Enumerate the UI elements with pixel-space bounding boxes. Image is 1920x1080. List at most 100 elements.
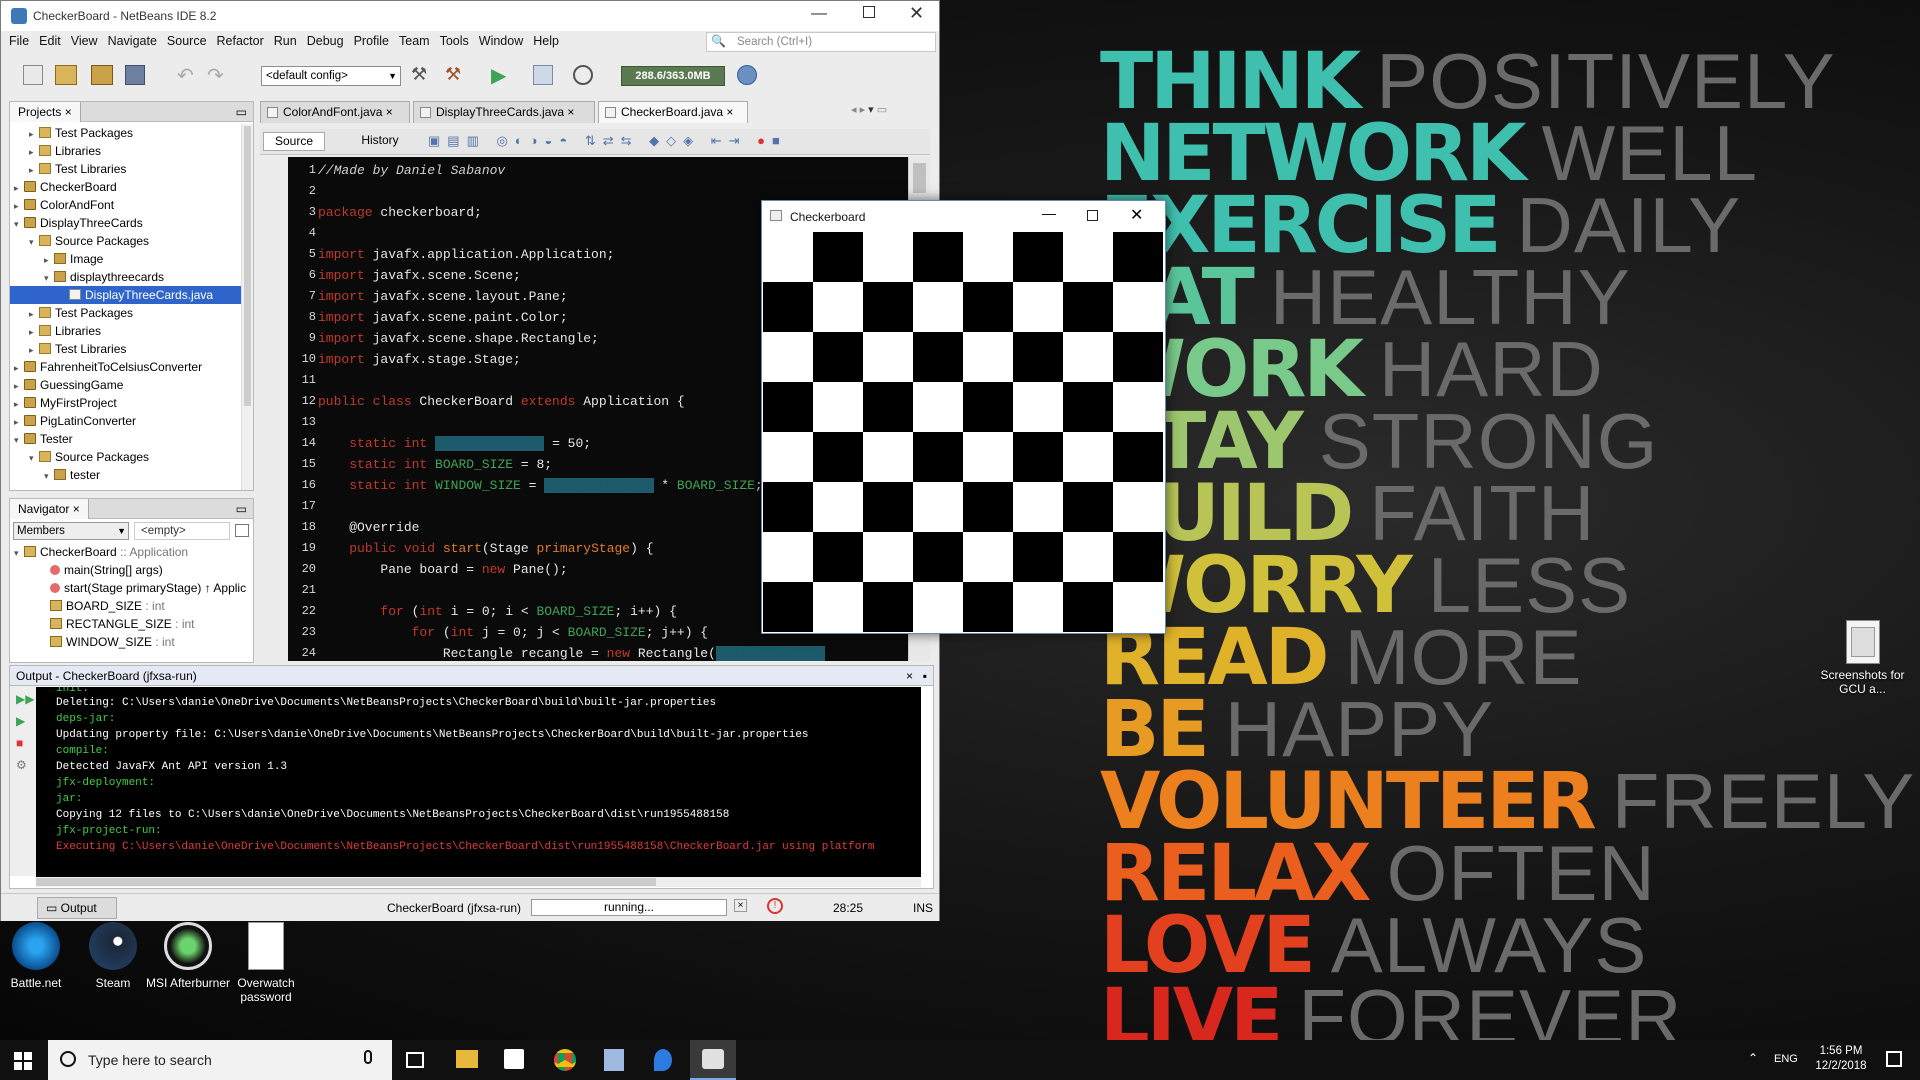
chrome-icon[interactable] bbox=[554, 1049, 576, 1071]
notification-icon[interactable]: ! bbox=[767, 898, 783, 914]
netbeans-taskbar-icon[interactable] bbox=[690, 1040, 736, 1080]
desktop-icon-screenshots[interactable]: Screenshots for GCU a... bbox=[1815, 620, 1910, 696]
expand-toggle-icon[interactable]: ▾ bbox=[44, 467, 54, 482]
tree-node[interactable]: ▸ Test Libraries bbox=[10, 340, 253, 358]
editor-tab[interactable]: DisplayThreeCards.java × bbox=[413, 101, 595, 123]
close-icon[interactable]: × bbox=[564, 105, 574, 119]
editor-tab[interactable]: ColorAndFont.java × bbox=[260, 101, 410, 123]
code-line[interactable]: Rectangle recangle = new Rectangle(RECTA… bbox=[318, 643, 826, 661]
stop-icon[interactable]: ■ bbox=[16, 736, 30, 750]
debug-icon[interactable] bbox=[533, 65, 553, 85]
code-line[interactable]: import javafx.scene.Scene; bbox=[318, 265, 521, 286]
rerun-different-icon[interactable]: ▶ bbox=[16, 714, 30, 728]
expand-toggle-icon[interactable]: ▸ bbox=[14, 395, 24, 413]
tree-node[interactable]: ▸ CheckerBoard bbox=[10, 178, 253, 196]
code-line[interactable]: for (int i = 0; i < BOARD_SIZE; i++) { bbox=[318, 601, 676, 622]
expand-toggle-icon[interactable]: ▾ bbox=[14, 215, 24, 233]
minimize-panel-icon[interactable]: ▭ bbox=[236, 102, 247, 122]
menu-source[interactable]: Source bbox=[167, 34, 207, 48]
scrollbar[interactable] bbox=[241, 124, 253, 490]
tree-node[interactable]: ▸ MyFirstProject bbox=[10, 394, 253, 412]
tree-node[interactable]: ▾ Tester bbox=[10, 430, 253, 448]
filter-options-icon[interactable] bbox=[235, 524, 249, 537]
clock[interactable]: 1:56 PM 12/2/2018 bbox=[1806, 1044, 1876, 1074]
cb-title-bar[interactable]: Checkerboard — ✕ bbox=[762, 201, 1165, 231]
notifications-icon[interactable] bbox=[1886, 1051, 1902, 1067]
desktop-icon-msi-afterburner[interactable]: MSI Afterburner bbox=[143, 922, 233, 990]
expand-toggle-icon[interactable]: ▸ bbox=[29, 341, 39, 359]
code-line[interactable]: Pane board = new Pane(); bbox=[318, 559, 567, 580]
menu-run[interactable]: Run bbox=[274, 34, 297, 48]
task-view-icon[interactable] bbox=[406, 1052, 424, 1068]
expand-toggle-icon[interactable]: ▸ bbox=[14, 179, 24, 197]
app-cube-icon[interactable] bbox=[604, 1049, 624, 1071]
title-bar[interactable]: CheckerBoard - NetBeans IDE 8.2 — ✕ bbox=[1, 1, 939, 31]
clean-build-icon[interactable]: ⚒ bbox=[445, 64, 461, 85]
cancel-task-icon[interactable]: × bbox=[734, 899, 747, 912]
tree-node[interactable]: ▸ Test Packages bbox=[10, 124, 253, 142]
code-line[interactable] bbox=[318, 580, 326, 601]
tree-node[interactable]: ▸ Libraries bbox=[10, 322, 253, 340]
save-all-icon[interactable] bbox=[125, 65, 145, 85]
maximize-icon[interactable] bbox=[863, 6, 875, 18]
tree-node[interactable]: ▾ Source Packages bbox=[10, 232, 253, 250]
close-icon[interactable]: × bbox=[723, 105, 733, 119]
code-line[interactable]: package checkerboard; bbox=[318, 202, 482, 223]
menu-tools[interactable]: Tools bbox=[440, 34, 469, 48]
maps-icon[interactable] bbox=[654, 1049, 672, 1071]
navigator-item[interactable]: start(Stage primaryStage) ↑ Applic bbox=[10, 579, 253, 597]
minimize-icon[interactable]: — bbox=[1042, 205, 1056, 221]
menu-profile[interactable]: Profile bbox=[354, 34, 389, 48]
minimize-icon[interactable]: — bbox=[811, 5, 827, 23]
menu-debug[interactable]: Debug bbox=[307, 34, 344, 48]
code-line[interactable]: public void start(Stage primaryStage) { bbox=[318, 538, 653, 559]
redo-icon[interactable]: ↷ bbox=[207, 63, 224, 88]
editor-tools-icons[interactable]: ▣▤▥ ◎◐◑◒◓ ⇅⇄⇆ ◆◇◈ ⇤⇥ ●■ bbox=[428, 133, 787, 149]
expand-toggle-icon[interactable]: ▸ bbox=[29, 305, 39, 323]
close-icon[interactable]: × bbox=[382, 105, 393, 119]
navigator-item[interactable]: main(String[] args) bbox=[10, 561, 253, 579]
code-line[interactable]: static int BOARD_SIZE = 8; bbox=[318, 454, 552, 475]
navigator-item[interactable]: RECTANGLE_SIZE : int bbox=[10, 615, 253, 633]
code-line[interactable]: import javafx.scene.layout.Pane; bbox=[318, 286, 568, 307]
source-button[interactable]: Source bbox=[263, 132, 325, 151]
expand-toggle-icon[interactable]: ▸ bbox=[29, 143, 39, 161]
settings-icon[interactable]: ⚙ bbox=[16, 758, 30, 772]
file-explorer-icon[interactable] bbox=[456, 1050, 478, 1068]
code-line[interactable]: static int WINDOW_SIZE = RECTANGLE_SIZE … bbox=[318, 475, 763, 496]
code-line[interactable]: static int RECTANGLE_SIZE = 50; bbox=[318, 433, 591, 454]
code-line[interactable]: @Override bbox=[318, 517, 419, 538]
tree-node[interactable]: ▸ FahrenheitToCelsiusConverter bbox=[10, 358, 253, 376]
tab-navigator[interactable]: Navigator × bbox=[10, 499, 89, 519]
code-line[interactable]: import javafx.scene.paint.Color; bbox=[318, 307, 568, 328]
undo-icon[interactable]: ↶ bbox=[177, 63, 194, 88]
editor-tab[interactable]: CheckerBoard.java × bbox=[598, 101, 748, 123]
members-select[interactable]: Members ▼ bbox=[13, 522, 129, 540]
expand-toggle-icon[interactable]: ▸ bbox=[14, 377, 24, 395]
close-icon[interactable]: × bbox=[906, 666, 913, 686]
output-hscroll[interactable] bbox=[36, 877, 921, 887]
maximize-icon[interactable] bbox=[1087, 210, 1098, 221]
pin-icon[interactable]: ▪ bbox=[923, 666, 927, 686]
code-line[interactable]: import javafx.stage.Stage; bbox=[318, 349, 521, 370]
tree-node[interactable]: ▾ displaythreecards bbox=[10, 268, 253, 286]
microphone-icon[interactable] bbox=[364, 1050, 372, 1064]
expand-toggle-icon[interactable]: ▸ bbox=[44, 251, 54, 269]
gc-icon[interactable] bbox=[737, 65, 757, 85]
desktop-icon-overwatch-password[interactable]: Overwatch password bbox=[221, 922, 311, 1004]
code-line[interactable] bbox=[318, 370, 326, 391]
ide-search[interactable]: 🔍 Search (Ctrl+I) bbox=[706, 32, 936, 52]
tree-node[interactable]: ▸ Test Libraries bbox=[10, 160, 253, 178]
expand-toggle-icon[interactable]: ▸ bbox=[14, 413, 24, 431]
close-icon[interactable]: × bbox=[65, 105, 72, 119]
code-line[interactable]: import javafx.application.Application; bbox=[318, 244, 614, 265]
code-line[interactable]: import javafx.scene.shape.Rectangle; bbox=[318, 328, 599, 349]
expand-toggle-icon[interactable]: ▾ bbox=[14, 431, 24, 449]
expand-toggle-icon[interactable]: ▾ bbox=[29, 449, 39, 467]
tree-node[interactable]: ▾ Source Packages bbox=[10, 448, 253, 466]
filter-select[interactable]: <empty> bbox=[134, 522, 230, 540]
code-line[interactable] bbox=[318, 412, 326, 433]
tab-scroll-controls[interactable]: ◂ ▸ ▾ ▭ bbox=[851, 103, 887, 116]
windows-start-icon[interactable] bbox=[14, 1052, 32, 1070]
code-line[interactable] bbox=[318, 496, 326, 517]
